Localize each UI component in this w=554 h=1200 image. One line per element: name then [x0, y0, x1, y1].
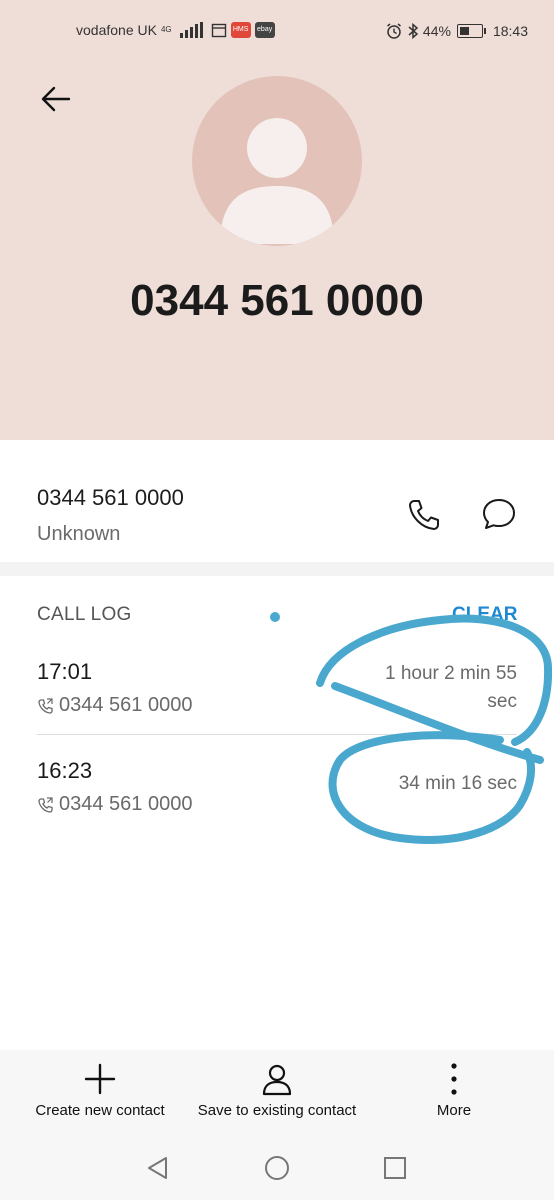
call-duration-line1: 34 min 16 sec	[398, 773, 517, 794]
contact-number: 0344 561 0000	[37, 485, 184, 510]
hms-app-badge: HMS	[230, 22, 251, 38]
nav-back-icon[interactable]	[144, 1154, 172, 1182]
incoming-call-icon	[38, 796, 53, 813]
call-number-text: 0344 561 0000	[59, 793, 193, 815]
call-number: 0344 561 0000	[37, 793, 192, 816]
call-duration: 1 hour 2 min 55 sec	[385, 660, 517, 716]
battery-fill	[459, 27, 469, 35]
call-log-heading: CALL LOG	[37, 604, 132, 625]
call-time: 16:23	[37, 758, 93, 783]
section-separator	[0, 562, 554, 576]
network-type: 4G	[160, 25, 172, 34]
call-duration-line1: 1 hour 2 min 55	[384, 663, 517, 684]
nav-home-icon[interactable]	[263, 1154, 291, 1182]
status-bar-right: 44% 18:43	[385, 22, 528, 40]
call-number: 0344 561 0000	[37, 694, 192, 717]
person-silhouette-icon	[220, 118, 334, 244]
signal-icon	[179, 22, 203, 38]
clock: 18:43	[492, 23, 528, 39]
call-number-text: 0344 561 0000	[59, 694, 193, 716]
more-label: More	[436, 1102, 472, 1119]
person-icon	[262, 1064, 292, 1096]
clear-button[interactable]: CLEAR	[452, 604, 517, 626]
carrier-name: vodafone UK	[76, 22, 157, 38]
plus-icon	[84, 1063, 116, 1095]
contact-label: Unknown	[37, 523, 121, 545]
call-time: 17:01	[37, 659, 93, 684]
save-to-existing-contact-label: Save to existing contact	[197, 1102, 357, 1119]
call-duration-line2: sec	[487, 691, 517, 712]
battery-icon	[456, 24, 486, 38]
status-bar-left: vodafone UK 4G HMS ebay	[76, 22, 275, 38]
alarm-icon	[386, 23, 401, 39]
back-arrow-icon[interactable]	[36, 80, 76, 120]
page-title-number: 0344 561 0000	[130, 276, 424, 325]
message-icon[interactable]	[479, 494, 519, 534]
bluetooth-icon	[408, 22, 419, 40]
calendar-icon	[211, 23, 226, 38]
call-duration: 34 min 16 sec	[399, 770, 517, 798]
ebay-app-badge: ebay	[254, 22, 275, 38]
nav-recents-icon[interactable]	[381, 1154, 409, 1182]
avatar	[192, 76, 362, 246]
save-to-existing-contact-button[interactable]: Save to existing contact	[187, 1062, 367, 1119]
battery-percent: 44%	[422, 23, 451, 39]
annotation-dot	[270, 612, 280, 622]
incoming-call-icon	[38, 697, 53, 714]
more-button[interactable]: More	[424, 1062, 484, 1119]
create-new-contact-button[interactable]: Create new contact	[26, 1062, 174, 1119]
create-new-contact-label: Create new contact	[35, 1102, 165, 1119]
phone-icon[interactable]	[404, 494, 444, 534]
more-vertical-icon	[451, 1063, 457, 1095]
